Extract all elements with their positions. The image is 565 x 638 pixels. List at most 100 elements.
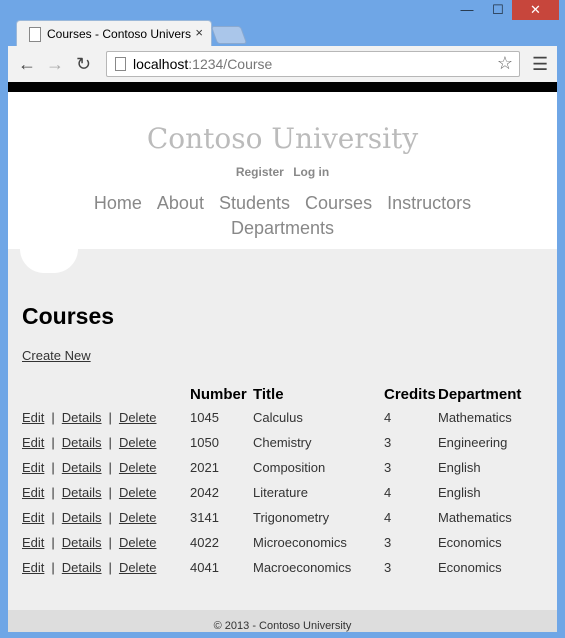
nav-instructors[interactable]: Instructors <box>387 193 471 213</box>
row-actions: Edit | Details | Delete <box>22 405 190 430</box>
cell-department: English <box>438 460 481 475</box>
column-header-department: Department <box>438 385 522 403</box>
details-link[interactable]: Details <box>62 485 102 500</box>
edit-link[interactable]: Edit <box>22 485 44 500</box>
edit-link[interactable]: Edit <box>22 560 44 575</box>
cell-credits: 3 <box>384 560 392 575</box>
tab-close-icon[interactable]: × <box>195 25 203 40</box>
edit-link[interactable]: Edit <box>22 410 44 425</box>
delete-link[interactable]: Delete <box>119 485 157 500</box>
login-link[interactable]: Log in <box>293 165 329 179</box>
delete-link[interactable]: Delete <box>119 535 157 550</box>
page-footer: © 2013 - Contoso University <box>8 610 557 632</box>
decorative-circle <box>20 249 78 273</box>
actions-header <box>22 383 190 405</box>
courses-table: Number Title Credits Department Edit | Det… <box>22 383 521 580</box>
edit-link[interactable]: Edit <box>22 460 44 475</box>
row-actions: Edit | Details | Delete <box>22 455 190 480</box>
delete-link[interactable]: Delete <box>119 435 157 450</box>
cell-credits: 4 <box>384 510 392 525</box>
row-actions: Edit | Details | Delete <box>22 480 190 505</box>
details-link[interactable]: Details <box>62 535 102 550</box>
forward-arrow-icon[interactable]: → <box>46 54 64 75</box>
edit-link[interactable]: Edit <box>22 535 44 550</box>
cell-credits: 3 <box>384 535 392 550</box>
delete-link[interactable]: Delete <box>119 510 157 525</box>
url-host: localhost <box>133 56 189 72</box>
separator: | <box>108 460 112 475</box>
reload-icon[interactable]: ↻ <box>76 54 91 75</box>
cell-department: English <box>438 485 481 500</box>
separator: | <box>51 560 55 575</box>
column-header-title: Title <box>253 385 284 403</box>
site-header: Contoso University Register Log in Home … <box>8 92 557 273</box>
menu-icon[interactable]: ☰ <box>532 54 548 75</box>
register-link[interactable]: Register <box>236 165 284 179</box>
close-window-button[interactable]: ✕ <box>512 0 559 20</box>
table-row: Edit | Details | Delete 1050 Chemistry 3 Enginee… <box>22 430 521 455</box>
browser-tab[interactable]: Courses - Contoso Univers × <box>16 20 212 47</box>
cell-number: 4041 <box>190 560 219 575</box>
cell-number: 1050 <box>190 435 219 450</box>
browser-window: Courses - Contoso Univers × — ☐ ✕ ← → ↻ … <box>0 0 565 638</box>
cell-credits: 4 <box>384 485 392 500</box>
minimize-button[interactable]: — <box>453 0 481 20</box>
nav-departments[interactable]: Departments <box>231 218 334 238</box>
url-text[interactable]: localhost:1234/Course <box>133 56 272 72</box>
delete-link[interactable]: Delete <box>119 460 157 475</box>
details-link[interactable]: Details <box>62 435 102 450</box>
tab-title: Courses - Contoso Univers <box>47 27 192 41</box>
table-row: Edit | Details | Delete 2042 Literature 4 Englis… <box>22 480 521 505</box>
nav-students[interactable]: Students <box>219 193 290 213</box>
table-row: Edit | Details | Delete 4022 Microeconomics 3 Ec… <box>22 530 521 555</box>
cell-number: 1045 <box>190 410 219 425</box>
maximize-button[interactable]: ☐ <box>484 0 512 20</box>
address-bar[interactable]: localhost:1234/Course ☆ <box>106 51 520 77</box>
table-row: Edit | Details | Delete 4041 Macroeconomics 3 Ec… <box>22 555 521 580</box>
cell-department: Engineering <box>438 435 508 450</box>
cell-number: 2042 <box>190 485 219 500</box>
separator: | <box>51 510 55 525</box>
cell-credits: 3 <box>384 460 392 475</box>
page-title: Courses <box>22 303 115 329</box>
details-link[interactable]: Details <box>62 460 102 475</box>
column-header-credits: Credits <box>384 385 436 403</box>
cell-credits: 3 <box>384 435 392 450</box>
create-new-link[interactable]: Create New <box>22 348 557 363</box>
delete-link[interactable]: Delete <box>119 410 157 425</box>
separator: | <box>108 535 112 550</box>
nav-about[interactable]: About <box>157 193 204 213</box>
delete-link[interactable]: Delete <box>119 560 157 575</box>
cell-department: Mathematics <box>438 510 512 525</box>
cell-department: Economics <box>438 535 502 550</box>
top-bar <box>8 82 557 92</box>
details-link[interactable]: Details <box>62 510 102 525</box>
separator: | <box>108 410 112 425</box>
nav-courses[interactable]: Courses <box>305 193 372 213</box>
back-arrow-icon[interactable]: ← <box>18 54 36 75</box>
table-row: Edit | Details | Delete 1045 Calculus 4 Mathemat… <box>22 405 521 430</box>
separator: | <box>51 410 55 425</box>
cell-title: Literature <box>253 485 308 500</box>
bookmark-star-icon[interactable]: ☆ <box>497 53 513 74</box>
cell-credits: 4 <box>384 410 392 425</box>
cell-department: Economics <box>438 560 502 575</box>
nav-home[interactable]: Home <box>94 193 142 213</box>
edit-link[interactable]: Edit <box>22 435 44 450</box>
edit-link[interactable]: Edit <box>22 510 44 525</box>
cell-department: Mathematics <box>438 410 512 425</box>
main-nav: Home About Students Courses Instructors … <box>8 191 557 241</box>
row-actions: Edit | Details | Delete <box>22 505 190 530</box>
new-tab-button[interactable] <box>210 26 248 44</box>
table-row: Edit | Details | Delete 3141 Trigonometry 4 Math… <box>22 505 521 530</box>
url-path: :1234/Course <box>188 56 273 72</box>
details-link[interactable]: Details <box>62 560 102 575</box>
row-actions: Edit | Details | Delete <box>22 430 190 455</box>
separator: | <box>51 435 55 450</box>
row-actions: Edit | Details | Delete <box>22 530 190 555</box>
site-title[interactable]: Contoso University <box>8 92 557 155</box>
separator: | <box>51 485 55 500</box>
page-icon <box>29 27 41 42</box>
cell-title: Calculus <box>253 410 303 425</box>
details-link[interactable]: Details <box>62 410 102 425</box>
